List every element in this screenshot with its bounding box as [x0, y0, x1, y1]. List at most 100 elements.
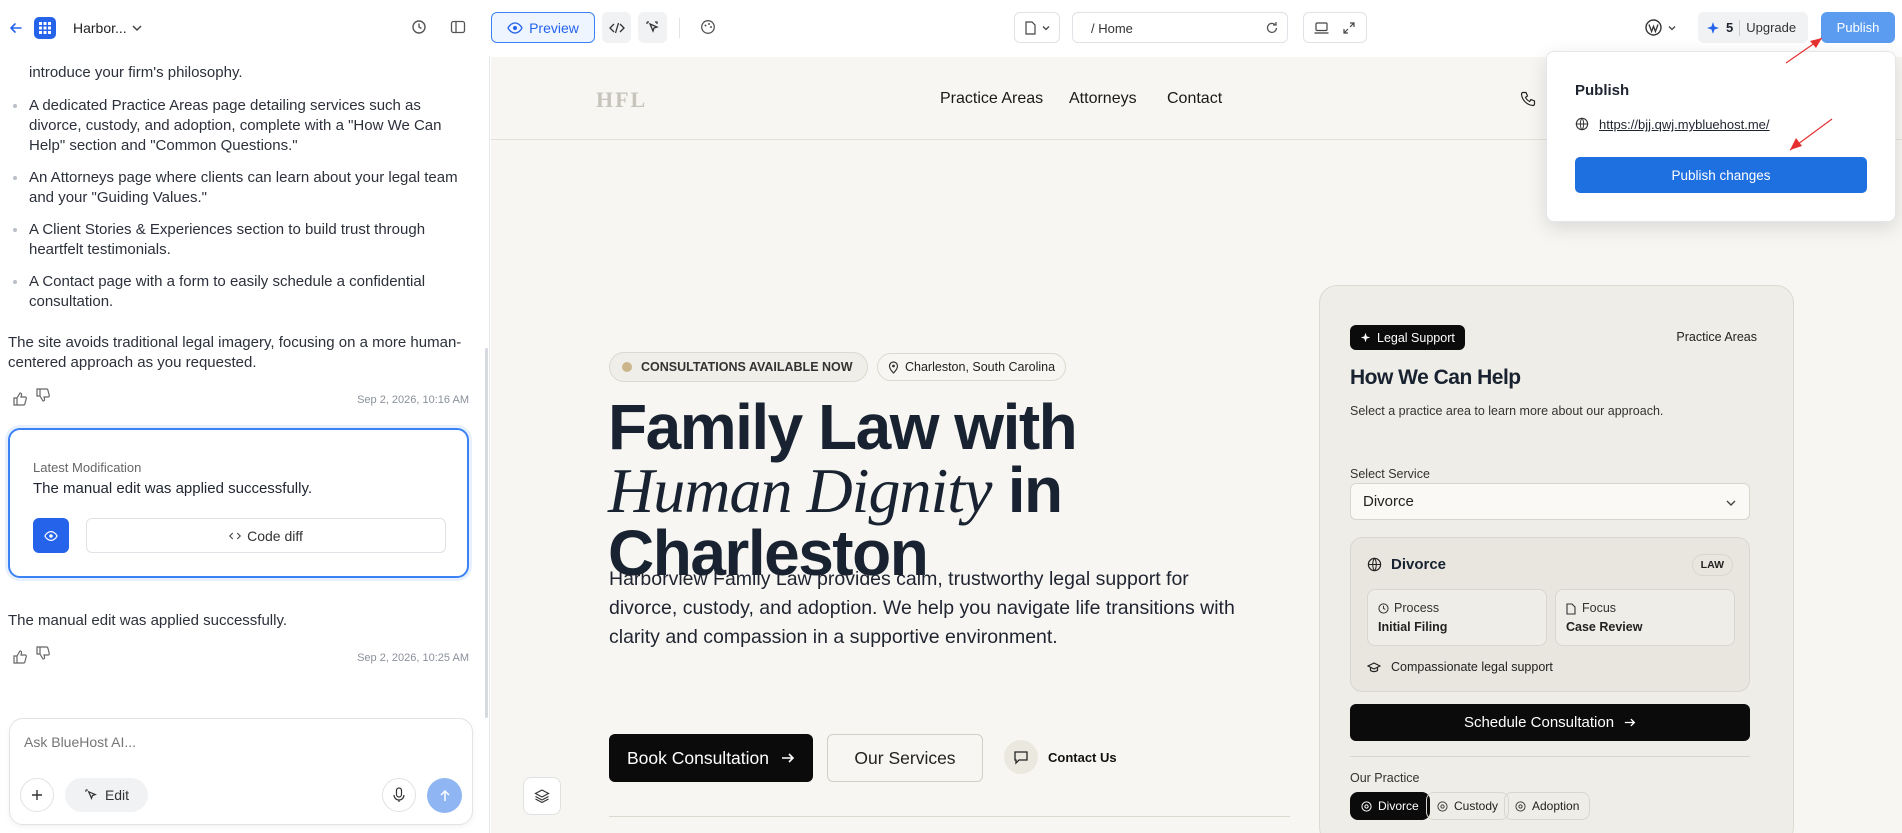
annotation-arrows — [1785, 37, 1833, 151]
publish-changes-button[interactable]: Publish changes — [1575, 157, 1867, 193]
status-dot — [622, 362, 632, 372]
chip-adoption[interactable]: Adoption — [1504, 792, 1591, 820]
top-bar: Harbor... Preview / Home 5 Upgrade Publi… — [0, 0, 1902, 56]
project-name[interactable]: Harbor... — [73, 20, 127, 36]
our-practice-label: Our Practice — [1350, 771, 1420, 785]
contact-us-link[interactable]: Contact Us — [1004, 740, 1117, 774]
target-icon — [1515, 800, 1526, 812]
card-title: How We Can Help — [1350, 366, 1521, 389]
mod-label: Latest Modification — [33, 460, 142, 475]
select-element-button[interactable] — [638, 12, 667, 43]
timestamp: Sep 2, 2026, 10:16 AM — [357, 394, 469, 406]
list-item: A dedicated Practice Areas page detailin… — [13, 96, 469, 156]
book-consultation-button[interactable]: Book Consultation — [609, 734, 813, 782]
wordpress-icon — [1645, 19, 1662, 36]
chat-input-box: Edit — [9, 718, 473, 825]
thumbs-up-icon[interactable] — [12, 391, 28, 407]
nav-attorneys[interactable]: Attorneys — [1069, 90, 1137, 108]
url-bar[interactable]: / Home — [1072, 12, 1288, 43]
layers-icon — [534, 789, 550, 804]
service-detail-panel: Divorce LAW Process Initial Filing Focus… — [1350, 537, 1750, 692]
focus-box: Focus Case Review — [1555, 589, 1735, 646]
expand-icon[interactable] — [1342, 21, 1356, 35]
list-item: An Attorneys page where clients can lear… — [13, 168, 469, 208]
code-view-button[interactable] — [602, 12, 631, 43]
divider — [679, 18, 680, 38]
cursor-select-icon — [85, 788, 97, 800]
chat-panel: introduce your firm's philosophy. A dedi… — [0, 56, 490, 833]
panel-title: Divorce — [1391, 556, 1447, 573]
sidebar-toggle-icon[interactable] — [450, 19, 466, 35]
arrow-right-icon — [782, 753, 795, 763]
sparkle-icon — [1707, 21, 1719, 34]
refresh-icon[interactable] — [1265, 21, 1279, 35]
edit-mode-button[interactable]: Edit — [65, 778, 148, 812]
chat-message: The manual edit was applied successfully… — [8, 612, 288, 629]
thumbs-up-icon[interactable] — [12, 649, 28, 665]
microphone-button[interactable] — [382, 778, 416, 812]
site-url-link[interactable]: https://bjj.qwj.mybluehost.me/ — [1599, 117, 1770, 132]
app-grid-icon[interactable] — [34, 17, 56, 39]
chevron-down-icon — [1726, 500, 1736, 506]
publish-popover: Publish https://bjj.qwj.mybluehost.me/ P… — [1546, 51, 1896, 222]
map-pin-icon — [888, 360, 899, 374]
how-we-can-help-card: Legal Support Practice Areas How We Can … — [1319, 285, 1794, 833]
add-attachment-button[interactable] — [20, 778, 54, 812]
legal-support-tag: Legal Support — [1350, 325, 1465, 350]
chat-summary: The site avoids traditional legal imager… — [8, 334, 462, 371]
chevron-down-icon — [1042, 25, 1049, 30]
preview-label: Preview — [529, 19, 579, 36]
wordpress-menu[interactable] — [1645, 19, 1677, 36]
nav-practice-areas[interactable]: Practice Areas — [940, 90, 1043, 108]
credits-count: 5 — [1726, 20, 1734, 35]
schedule-consultation-button[interactable]: Schedule Consultation — [1350, 704, 1750, 741]
message-icon — [1004, 740, 1038, 774]
plus-icon — [32, 790, 42, 800]
chat-input[interactable] — [24, 731, 454, 753]
chat-partial-line: introduce your firm's philosophy. — [29, 64, 243, 81]
credits-divider — [1739, 19, 1741, 36]
arrow-up-icon — [439, 789, 450, 801]
law-badge: LAW — [1691, 554, 1733, 576]
page-select[interactable] — [1014, 12, 1060, 43]
device-toggle-group — [1303, 12, 1367, 43]
select-label: Select Service — [1350, 467, 1430, 481]
chip-custody[interactable]: Custody — [1426, 792, 1510, 820]
sparkle-icon — [1360, 332, 1371, 343]
chip-divorce[interactable]: Divorce — [1350, 792, 1430, 820]
history-icon[interactable] — [411, 19, 427, 35]
thumbs-down-icon[interactable] — [35, 387, 51, 403]
code-icon — [608, 22, 625, 33]
url-path: / Home — [1091, 21, 1133, 36]
nav-contact[interactable]: Contact — [1167, 90, 1222, 108]
preview-eye-button[interactable] — [33, 518, 69, 553]
chat-scrollbar[interactable] — [485, 348, 488, 718]
chevron-down-icon — [1668, 25, 1676, 30]
clock-icon — [1378, 603, 1389, 614]
hero-divider — [609, 816, 1290, 817]
layers-button[interactable] — [523, 777, 561, 815]
site-logo[interactable]: HFL — [596, 87, 647, 113]
chevron-down-icon[interactable] — [131, 22, 143, 34]
send-button[interactable] — [427, 778, 462, 813]
modification-card: Latest Modification The manual edit was … — [8, 428, 469, 578]
thumbs-down-icon[interactable] — [35, 645, 51, 661]
eye-icon — [507, 21, 523, 34]
card-divider — [1350, 756, 1750, 757]
service-select[interactable]: Divorce — [1350, 483, 1750, 520]
location-badge: Charleston, South Carolina — [877, 353, 1067, 381]
palette-icon[interactable] — [700, 19, 716, 35]
cursor-select-icon — [645, 20, 659, 33]
file-icon — [1566, 603, 1576, 615]
back-arrow-icon[interactable] — [6, 18, 26, 38]
popover-title: Publish — [1575, 82, 1630, 99]
preview-button[interactable]: Preview — [491, 12, 595, 43]
globe-icon — [1575, 117, 1589, 131]
code-diff-button[interactable]: Code diff — [86, 518, 446, 553]
graduation-cap-icon — [1367, 662, 1381, 673]
laptop-icon[interactable] — [1314, 21, 1329, 35]
code-diff-label: Code diff — [247, 527, 303, 544]
our-services-button[interactable]: Our Services — [827, 734, 983, 782]
phone-icon[interactable] — [1520, 91, 1536, 107]
mod-text: The manual edit was applied successfully… — [33, 480, 313, 497]
